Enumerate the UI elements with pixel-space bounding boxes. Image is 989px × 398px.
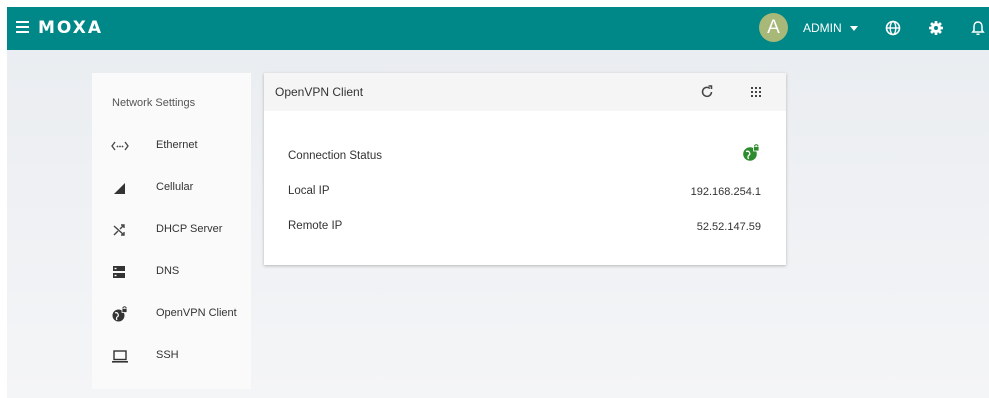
sidebar-title: Network Settings <box>112 97 196 109</box>
sidebar-item-cellular[interactable]: Cellular <box>92 171 251 207</box>
remote-ip-label: Remote IP <box>288 220 343 232</box>
sidebar-item-label: Ethernet <box>156 139 198 151</box>
sidebar-item-label: OpenVPN Client <box>156 307 237 319</box>
card-title: OpenVPN Client <box>275 85 364 99</box>
refresh-icon[interactable] <box>698 83 716 101</box>
connection-status-label: Connection Status <box>288 150 382 162</box>
laptop-icon <box>111 348 128 364</box>
sidebar-item-label: SSH <box>156 349 179 361</box>
local-ip-label: Local IP <box>288 185 330 197</box>
sidebar-item-dns[interactable]: DNS <box>92 255 251 291</box>
vpn-connected-icon <box>741 143 761 163</box>
user-menu-label[interactable]: ADMIN <box>803 21 842 35</box>
grid-apps-icon[interactable] <box>747 83 765 101</box>
brand-name: MOXA <box>38 18 104 38</box>
sidebar-item-label: DNS <box>156 265 180 277</box>
openvpn-client-card: OpenVPN Client Connection Status Local I… <box>264 73 786 265</box>
remote-ip-value: 52.52.147.59 <box>696 221 761 233</box>
brand-logo[interactable]: MOXA <box>38 18 103 38</box>
top-bar: MOXA A ADMIN <box>7 7 989 50</box>
sidebar-item-ssh[interactable]: SSH <box>92 339 251 375</box>
chevron-down-icon[interactable] <box>850 26 858 31</box>
menu-icon[interactable] <box>16 21 29 33</box>
gear-icon[interactable] <box>927 19 945 37</box>
shuffle-icon <box>111 222 127 238</box>
sidebar-item-ethernet[interactable]: Ethernet <box>92 129 251 165</box>
sidebar-item-label: DHCP Server <box>156 223 223 235</box>
card-header: OpenVPN Client <box>264 73 786 111</box>
sidebar: Network Settings Ethernet Cellular DHCP … <box>92 73 251 389</box>
globe-icon[interactable] <box>884 19 902 37</box>
local-ip-value: 192.168.254.1 <box>690 186 761 198</box>
ethernet-icon <box>111 138 129 154</box>
sidebar-item-openvpn-client[interactable]: OpenVPN Client <box>92 297 251 333</box>
sidebar-item-dhcp-server[interactable]: DHCP Server <box>92 213 251 249</box>
server-icon <box>111 264 127 280</box>
bell-icon[interactable] <box>969 19 987 37</box>
avatar[interactable]: A <box>759 13 788 42</box>
cellular-signal-icon <box>111 180 127 196</box>
vpn-globe-lock-icon <box>111 306 128 322</box>
sidebar-item-label: Cellular <box>156 181 194 193</box>
app-frame: MOXA A ADMIN Network Settings Ethernet C… <box>7 7 989 398</box>
